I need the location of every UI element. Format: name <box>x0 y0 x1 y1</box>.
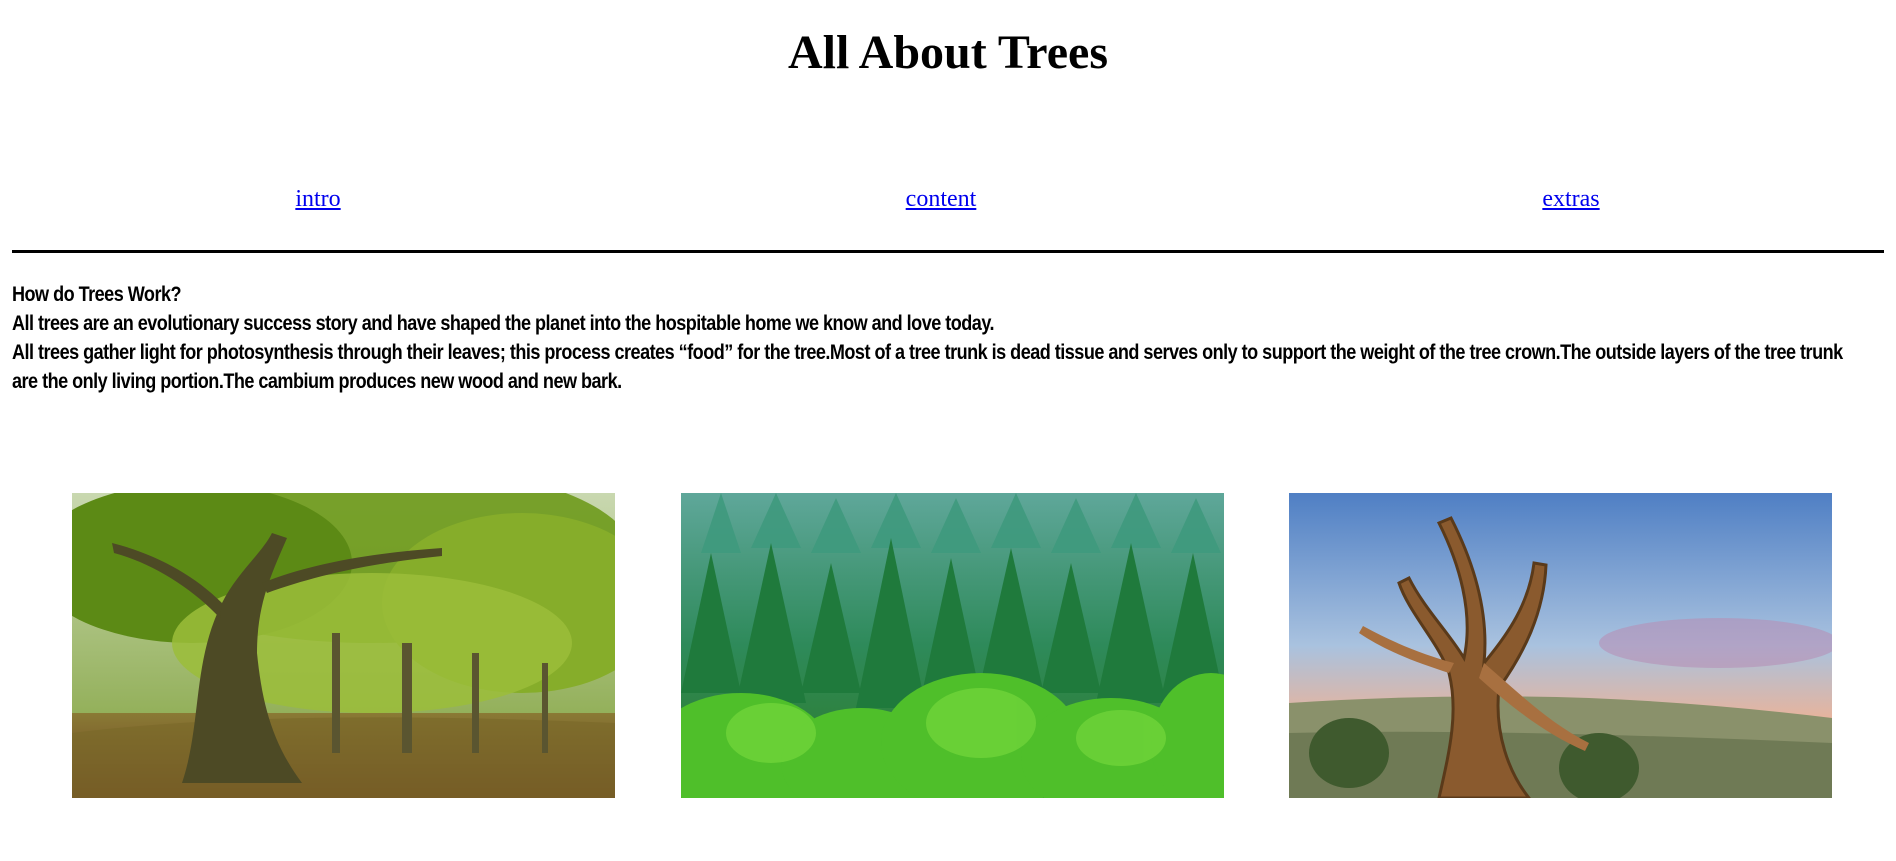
conifer-photo <box>681 493 1224 798</box>
content-paragraph-2: All trees gather light for photosynthesi… <box>12 341 1843 393</box>
bristlecone-photo <box>1289 493 1832 798</box>
nav-link-extras[interactable]: extras <box>1542 186 1599 213</box>
divider <box>12 250 1884 253</box>
main-nav: intro content extras <box>0 186 1896 216</box>
nav-link-intro[interactable]: intro <box>295 186 340 213</box>
image-gallery <box>0 493 1896 798</box>
content-heading: How do Trees Work? <box>12 283 182 306</box>
content-paragraph-1: All trees are an evolutionary success st… <box>12 312 995 335</box>
page-title: All About Trees <box>787 26 1109 79</box>
content-section: How do Trees Work? All trees are an evol… <box>12 280 1843 396</box>
forest-photo <box>72 493 615 798</box>
nav-link-content[interactable]: content <box>906 186 977 213</box>
